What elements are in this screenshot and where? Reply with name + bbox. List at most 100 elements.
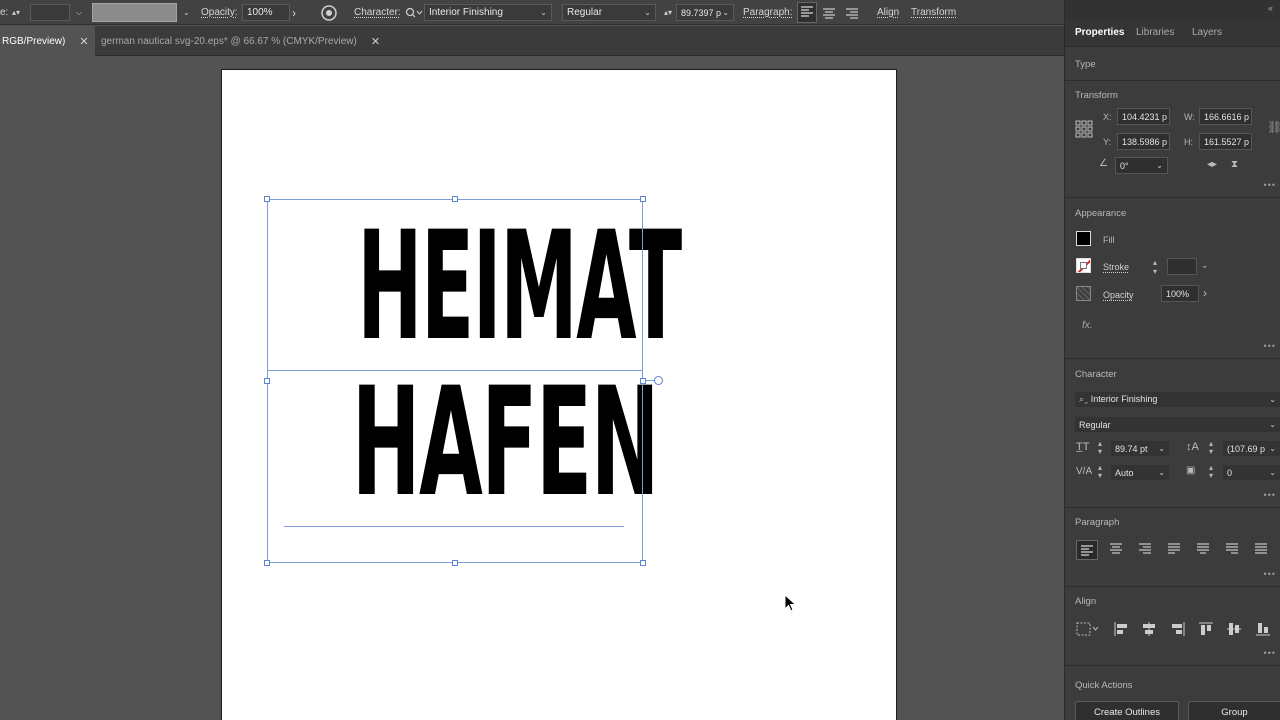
panel-font-size-field[interactable]: 89.74 pt ⌄ xyxy=(1110,440,1170,457)
fx-icon[interactable]: fx. xyxy=(1082,320,1093,331)
collapse-icon[interactable]: « xyxy=(1268,3,1273,13)
font-family-field[interactable]: Interior Finishing ⌄ xyxy=(424,0,552,25)
tab-document-active[interactable]: RGB/Preview) ✕ xyxy=(0,26,95,56)
kerning-field[interactable]: Auto ⌄ xyxy=(1110,464,1170,481)
align-button[interactable]: Align xyxy=(877,0,899,25)
stroke-weight-field[interactable]: ⌵ xyxy=(30,0,82,25)
font-size-field[interactable]: 89.7397 p ⌄ xyxy=(676,0,734,25)
font-style-field[interactable]: Regular ⌄ xyxy=(562,0,656,25)
leading-field[interactable]: (107.69 p ⌄ xyxy=(1222,440,1280,457)
opacity-label[interactable]: Opacity: xyxy=(201,0,238,25)
tracking-field[interactable]: 0 ⌄ xyxy=(1222,464,1280,481)
x-field[interactable]: 104.4231 p xyxy=(1117,108,1170,125)
font-family-value: Interior Finishing xyxy=(1090,394,1158,404)
appearance-title: Appearance xyxy=(1075,208,1127,219)
resize-handle[interactable] xyxy=(640,196,646,202)
font-search-icon[interactable] xyxy=(405,0,423,25)
more-options-icon[interactable]: ••• xyxy=(1264,569,1276,579)
kerning-stepper[interactable]: ▴ ▾ xyxy=(1098,464,1102,480)
stroke-stepper[interactable]: ▴▾ xyxy=(12,0,20,25)
justify-right-icon[interactable] xyxy=(1223,541,1241,560)
font-size-stepper[interactable]: ▴▾ xyxy=(664,0,672,25)
align-vertical-center-icon[interactable] xyxy=(1226,621,1242,640)
rotate-field[interactable]: 0° ⌄ xyxy=(1115,157,1168,174)
rotate-angle-icon: ∠ xyxy=(1099,158,1108,169)
create-outlines-button[interactable]: Create Outlines xyxy=(1075,701,1179,720)
resize-handle[interactable] xyxy=(264,196,270,202)
opacity-label[interactable]: Opacity xyxy=(1103,290,1134,300)
stroke-label[interactable]: Stroke xyxy=(1103,262,1129,272)
stroke-stepper[interactable]: ▴▾ xyxy=(1153,258,1157,276)
text-baseline xyxy=(267,370,643,371)
document-tab-bar: RGB/Preview) ✕ german nautical svg-20.ep… xyxy=(0,26,1064,56)
align-right-icon[interactable] xyxy=(845,0,859,25)
align-horizontal-center-icon[interactable] xyxy=(1141,621,1157,640)
variable-width-profile[interactable] xyxy=(92,0,177,25)
leading-stepper[interactable]: ▴ ▾ xyxy=(1209,440,1213,456)
h-field[interactable]: 161.5527 p xyxy=(1199,133,1252,150)
recolor-artwork-icon[interactable] xyxy=(320,0,338,25)
chevron-right-icon[interactable]: › xyxy=(1203,286,1207,300)
constrain-proportions-icon[interactable]: ⛓ xyxy=(1267,120,1280,134)
align-bottom-edge-icon[interactable] xyxy=(1255,621,1271,640)
flip-vertical-icon[interactable]: ⧗ xyxy=(1231,159,1238,170)
resize-handle[interactable] xyxy=(452,196,458,202)
character-label[interactable]: Character: xyxy=(354,0,401,25)
divider xyxy=(1065,665,1280,666)
align-top-edge-icon[interactable] xyxy=(1198,621,1214,640)
align-center-icon[interactable] xyxy=(822,0,836,25)
tab-label: german nautical svg-20.eps* @ 66.67 % (C… xyxy=(101,35,357,47)
justify-center-icon[interactable] xyxy=(1194,541,1212,560)
align-left-icon[interactable] xyxy=(797,0,817,25)
align-title: Align xyxy=(1075,596,1097,607)
more-options-icon[interactable]: ••• xyxy=(1264,341,1276,351)
group-button[interactable]: Group xyxy=(1188,701,1280,720)
panel-font-family-field[interactable]: ⌕⌄ Interior Finishing ⌄ xyxy=(1074,391,1280,408)
stroke-dropdown-icon[interactable]: ⌄ xyxy=(1201,260,1209,271)
font-size-stepper[interactable]: ▴▾ xyxy=(1098,440,1102,456)
justify-left-icon[interactable] xyxy=(1165,541,1183,560)
y-field[interactable]: 138.5986 p xyxy=(1117,133,1170,150)
tracking-stepper[interactable]: ▴ ▾ xyxy=(1209,464,1213,480)
tab-german-nautical[interactable]: german nautical svg-20.eps* @ 66.67 % (C… xyxy=(96,26,408,56)
align-left-edge-icon[interactable] xyxy=(1113,621,1129,640)
align-right-edge-icon[interactable] xyxy=(1170,621,1186,640)
opacity-field[interactable]: 100% xyxy=(1161,285,1199,302)
reference-point-icon[interactable] xyxy=(1075,120,1093,141)
opacity-arrow-icon[interactable]: › xyxy=(292,0,296,25)
tab-layers[interactable]: Layers xyxy=(1192,27,1222,38)
fill-label: Fill xyxy=(1103,235,1115,245)
tab-properties[interactable]: Properties xyxy=(1075,27,1124,38)
tab-libraries[interactable]: Libraries xyxy=(1136,27,1174,38)
para-align-center-icon[interactable] xyxy=(1107,541,1125,560)
selection-bounding-box[interactable] xyxy=(267,199,643,563)
more-options-icon[interactable]: ••• xyxy=(1264,180,1276,190)
transform-button[interactable]: Transform xyxy=(911,0,956,25)
stroke-swatch[interactable] xyxy=(1076,258,1091,273)
justify-all-icon[interactable] xyxy=(1252,541,1270,560)
resize-handle[interactable] xyxy=(640,378,646,384)
type-label: Type xyxy=(1075,59,1096,70)
stroke-weight-field[interactable] xyxy=(1167,258,1197,275)
out-port-handle[interactable] xyxy=(654,376,663,385)
resize-handle[interactable] xyxy=(640,560,646,566)
close-icon[interactable]: ✕ xyxy=(79,35,88,48)
resize-handle[interactable] xyxy=(264,378,270,384)
leading-value: (107.69 p xyxy=(1227,443,1266,454)
flip-horizontal-icon[interactable]: ◂▸ xyxy=(1207,159,1217,170)
paragraph-label[interactable]: Paragraph: xyxy=(743,0,792,25)
fill-swatch[interactable] xyxy=(1076,231,1091,246)
align-to-selection-icon[interactable] xyxy=(1076,621,1100,640)
panel-font-style-field[interactable]: Regular ⌄ xyxy=(1074,416,1280,433)
close-icon[interactable]: ✕ xyxy=(371,35,380,48)
w-field[interactable]: 166.6616 p xyxy=(1199,108,1252,125)
resize-handle[interactable] xyxy=(264,560,270,566)
para-align-left-icon[interactable] xyxy=(1076,540,1098,560)
resize-handle[interactable] xyxy=(452,560,458,566)
w-label: W: xyxy=(1184,112,1195,122)
more-options-icon[interactable]: ••• xyxy=(1264,490,1276,500)
para-align-right-icon[interactable] xyxy=(1136,541,1154,560)
opacity-field[interactable]: 100% xyxy=(242,0,290,25)
profile-dropdown[interactable]: ⌄ xyxy=(183,0,190,25)
more-options-icon[interactable]: ••• xyxy=(1264,648,1276,658)
